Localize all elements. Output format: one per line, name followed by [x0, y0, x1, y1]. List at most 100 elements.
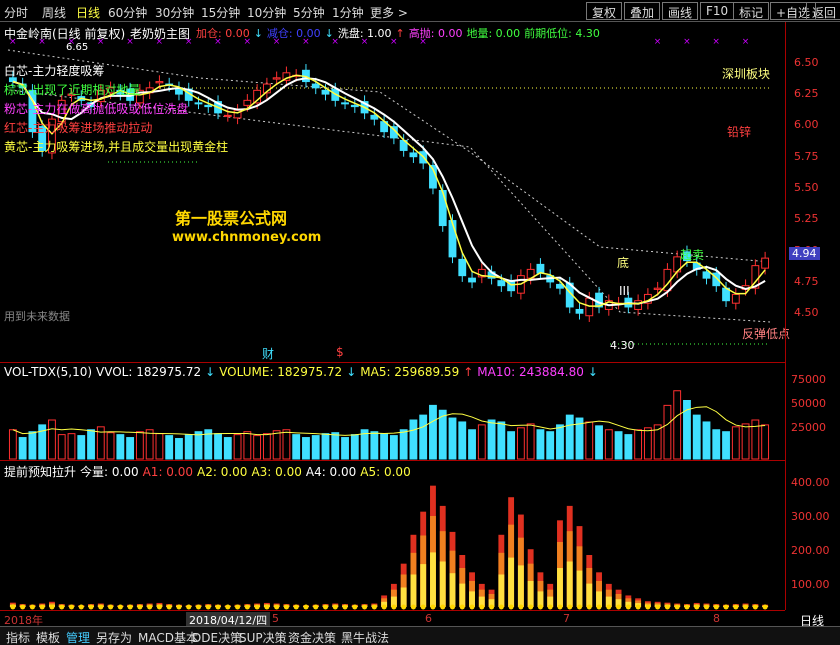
volume-bar	[458, 421, 467, 460]
period-tab-fenshi[interactable]: 分时	[4, 4, 28, 21]
sector-label[interactable]: 深圳板块	[722, 65, 770, 82]
finance-flag[interactable]: 财	[262, 345, 274, 362]
period-tab-weekly[interactable]: 周线	[42, 4, 66, 21]
volume-bar	[87, 429, 95, 460]
volume-bar	[135, 431, 144, 460]
indicator-stat-6: A5: 0.00	[360, 465, 411, 479]
volume-bar	[546, 431, 555, 460]
volume-ma5-line	[12, 406, 766, 436]
indicator-bar	[351, 604, 358, 610]
candle	[262, 77, 271, 100]
indicator-bar	[107, 604, 114, 610]
indicator-bar	[185, 604, 192, 610]
volume-tick-label: 75000	[791, 373, 826, 386]
watermark-text: 第一股票公式网	[175, 209, 288, 228]
period-more[interactable]: 更多 >	[370, 4, 408, 21]
tab-save-as[interactable]: 另存为	[96, 629, 132, 645]
dividend-flag[interactable]: $	[336, 345, 344, 359]
price-tick-label: 5.25	[794, 212, 819, 226]
period-tab-60min[interactable]: 60分钟	[108, 4, 147, 21]
indicator-bar	[78, 604, 85, 610]
volume-stat-8: ↓	[587, 365, 598, 379]
high-price-marker: 6.65	[66, 42, 89, 53]
tab-macd[interactable]: MACD基本	[138, 629, 198, 645]
fuquan-button[interactable]: 复权	[586, 2, 623, 20]
volume-bar	[18, 437, 27, 460]
draw-line-button[interactable]: 画线	[662, 2, 699, 20]
back-button[interactable]: 返回	[806, 2, 840, 20]
indicator-bar	[381, 595, 388, 610]
indicator-bar	[684, 604, 690, 610]
volume-bar	[614, 431, 623, 460]
volume-stat-5: MA5: 259689.59	[360, 365, 460, 379]
volume-stat-0: VOL-TDX(5,10)	[4, 365, 93, 379]
indicator-bar	[195, 604, 202, 610]
candle	[575, 303, 584, 320]
tab-black-bull[interactable]: 黑牛战法	[341, 629, 389, 645]
period-tab-30min[interactable]: 30分钟	[155, 4, 194, 21]
volume-bar	[419, 414, 428, 460]
indicator-bar	[703, 603, 710, 610]
indicator-bar	[732, 604, 739, 610]
indicator-stat-4: A3: 0.00	[251, 465, 302, 479]
volume-bar	[448, 417, 457, 460]
price-chart-panel[interactable]: × × × × × × × × × × × × × × × × × × × 中金岭南(日线 前复权) 老奶奶主图 加…	[0, 22, 790, 362]
period-tab-15min[interactable]: 15分钟	[201, 4, 240, 21]
indicator-bar	[488, 589, 495, 610]
candle	[536, 258, 545, 280]
period-tab-1min[interactable]: 1分钟	[332, 4, 364, 21]
indicator-bar	[439, 505, 446, 610]
indicator-bar	[713, 604, 720, 610]
candle	[175, 81, 183, 101]
indicator-tick-label: 300.00	[791, 510, 830, 523]
volume-stat-2: ↓	[205, 365, 216, 379]
volume-bar	[761, 424, 770, 460]
indicator-bar	[283, 604, 290, 610]
f10-button[interactable]: F10	[700, 2, 735, 20]
formula-param-6: 高抛: 0.00	[408, 27, 463, 40]
tab-manage[interactable]: 管理	[66, 629, 90, 645]
indicator-bar	[39, 603, 46, 610]
indicator-panel[interactable]: 提前预知拉升 今量: 0.00 A1: 0.00 A2: 0.00 A3: 0.00 A4…	[0, 460, 785, 610]
candle	[526, 263, 535, 285]
period-tab-5min[interactable]: 5分钟	[293, 4, 325, 21]
period-tab-daily[interactable]: 日线	[76, 4, 100, 21]
tab-template[interactable]: 模板	[36, 629, 60, 645]
indicator-bar	[430, 485, 436, 610]
indicator-bar	[674, 603, 681, 610]
indicator-bar	[205, 604, 212, 610]
indicator-tick-label: 200.00	[791, 544, 830, 557]
indicator-bar	[371, 603, 378, 610]
period-tab-10min[interactable]: 10分钟	[247, 4, 286, 21]
indicator-bar	[176, 604, 182, 610]
overlay-button[interactable]: 叠加	[624, 2, 661, 20]
indicator-bar	[762, 604, 769, 610]
volume-bar	[604, 429, 613, 460]
wave-three-label: III	[619, 284, 630, 298]
volume-bar	[477, 424, 486, 460]
legend-item: 白芯-主力轻度吸筹	[4, 64, 105, 78]
sub-sector-label[interactable]: 铅锌	[727, 123, 751, 140]
indicator-tick-label: 400.00	[791, 476, 830, 489]
indicator-bar	[664, 602, 671, 610]
date-month-8: 8	[713, 612, 720, 625]
volume-stat-7: MA10: 243884.80	[477, 365, 584, 379]
volume-panel[interactable]: VOL-TDX(5,10) VVOL: 182975.72 ↓ VOLUME: 182…	[0, 362, 785, 460]
signal-mark: ×	[683, 37, 691, 47]
tab-fund[interactable]: 资金决策	[288, 629, 336, 645]
indicator-bar	[88, 604, 94, 610]
indicator-bar	[234, 604, 241, 610]
mark-button[interactable]: 标记	[733, 2, 770, 20]
tab-indicator[interactable]: 指标	[6, 629, 30, 645]
indicator-bar	[586, 555, 593, 610]
tab-dde[interactable]: DDE决策	[192, 629, 242, 645]
volume-bar	[243, 431, 252, 460]
indicator-stat-2: A1: 0.00	[142, 465, 194, 479]
candlestick-chart[interactable]: × × × × × × × × × × × × × × × × × × ×	[0, 22, 785, 362]
formula-name[interactable]: 老奶奶主图	[130, 25, 190, 42]
indicator-bar	[596, 572, 602, 610]
candle	[204, 99, 213, 113]
volume-bar	[399, 429, 408, 460]
tab-sup[interactable]: SUP决策	[239, 629, 287, 645]
volume-bar	[233, 434, 242, 460]
